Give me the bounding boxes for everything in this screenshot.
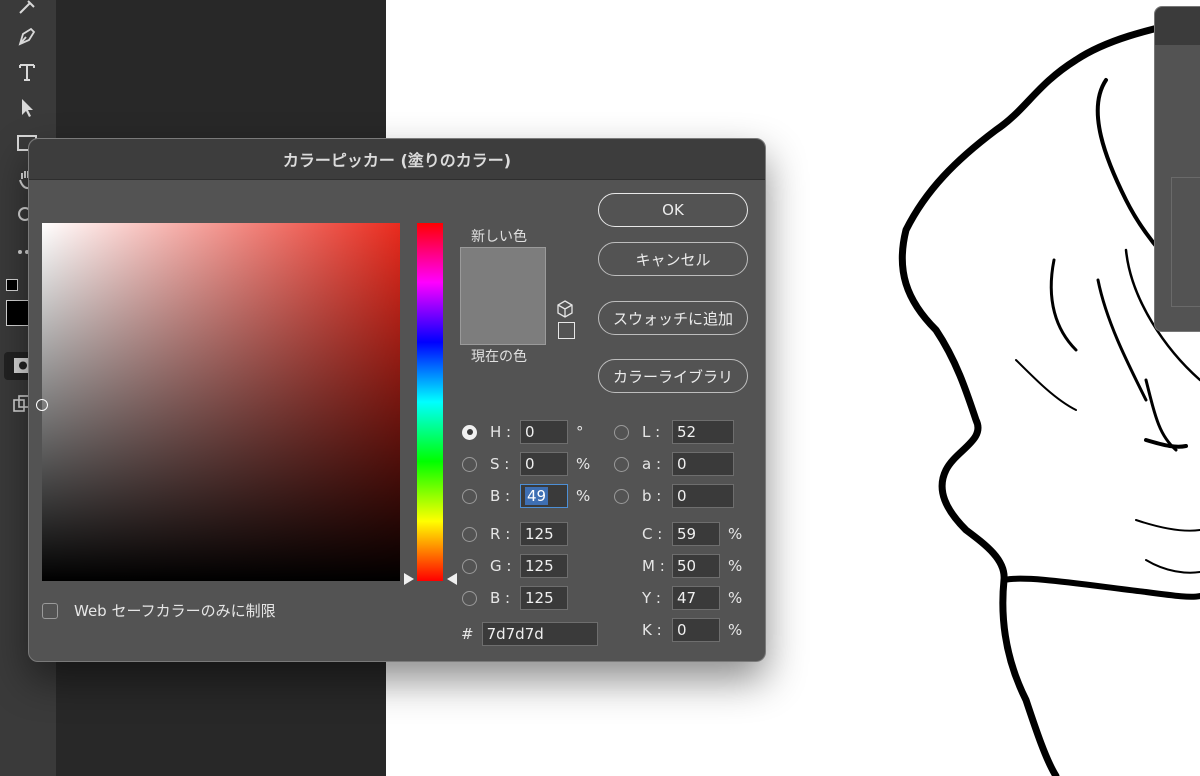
blue-label: B : xyxy=(490,589,511,607)
a-channel-label: a : xyxy=(642,455,662,473)
path-selection-tool-icon[interactable] xyxy=(10,94,44,122)
cyan-label: C : xyxy=(642,525,663,543)
magenta-unit: % xyxy=(728,557,743,575)
b-channel-field[interactable]: 0 xyxy=(672,484,734,508)
default-colors-icon[interactable] xyxy=(6,279,18,291)
cube-icon[interactable] xyxy=(557,300,573,318)
a-channel-row: a : 0 xyxy=(614,452,734,476)
yellow-label: Y : xyxy=(642,589,661,607)
magenta-row: M : 50 % xyxy=(642,554,742,578)
color-field[interactable] xyxy=(36,223,400,581)
brightness-label: B : xyxy=(490,487,511,505)
cyan-field[interactable]: 59 xyxy=(672,522,720,546)
red-label: R : xyxy=(490,525,511,543)
saturation-row: S : 0 % xyxy=(462,452,590,476)
dialog-title: カラーピッカー (塗りのカラー) xyxy=(282,151,512,170)
green-field[interactable]: 125 xyxy=(520,554,568,578)
websafe-only-label[interactable]: Web セーフカラーのみに制限 xyxy=(74,600,276,621)
lightness-radio[interactable] xyxy=(614,424,629,440)
black-field[interactable]: 0 xyxy=(672,618,720,642)
type-tool-icon[interactable] xyxy=(10,58,44,86)
brightness-radio[interactable] xyxy=(462,488,477,504)
a-channel-radio[interactable] xyxy=(614,456,629,472)
hex-label: # xyxy=(461,625,474,643)
brightness-unit: % xyxy=(576,487,591,505)
cyan-row: C : 59 % xyxy=(642,522,742,546)
black-label: K : xyxy=(642,621,662,639)
green-row: G : 125 xyxy=(462,554,568,578)
pen-tool-icon[interactable] xyxy=(10,22,44,50)
black-row: K : 0 % xyxy=(642,618,742,642)
green-radio[interactable] xyxy=(462,558,477,574)
new-color-label: 新しい色 xyxy=(471,229,527,245)
red-radio[interactable] xyxy=(462,526,477,542)
blue-row: B : 125 xyxy=(462,586,568,610)
saturation-field[interactable]: 0 xyxy=(520,452,568,476)
hue-label: H : xyxy=(490,423,512,441)
ok-button[interactable]: OK xyxy=(598,193,748,227)
red-field[interactable]: 125 xyxy=(520,522,568,546)
current-color-label: 現在の色 xyxy=(471,349,527,365)
foreground-color-swatch[interactable] xyxy=(6,300,30,326)
yellow-row: Y : 47 % xyxy=(642,586,742,610)
dialog-titlebar[interactable]: カラーピッカー (塗りのカラー) xyxy=(29,139,765,180)
saturation-label: S : xyxy=(490,455,510,473)
websafe-only-row: Web セーフカラーのみに制限 xyxy=(42,600,276,621)
cancel-button[interactable]: キャンセル xyxy=(598,242,748,276)
hue-row: H : 0 ° xyxy=(462,420,584,444)
green-label: G : xyxy=(490,557,512,575)
yellow-unit: % xyxy=(728,589,743,607)
a-channel-field[interactable]: 0 xyxy=(672,452,734,476)
brightness-row: B : 49 % xyxy=(462,484,590,508)
hue-field[interactable]: 0 xyxy=(520,420,568,444)
websafe-alert-icon[interactable] xyxy=(558,322,575,339)
b-channel-row: b : 0 xyxy=(614,484,734,508)
websafe-only-checkbox[interactable] xyxy=(42,602,58,619)
lightness-row: L : 52 xyxy=(614,420,734,444)
background-dialog xyxy=(1154,6,1200,332)
cyan-unit: % xyxy=(728,525,743,543)
magenta-label: M : xyxy=(642,557,665,575)
hex-field[interactable]: 7d7d7d xyxy=(481,622,598,646)
blue-field[interactable]: 125 xyxy=(520,586,568,610)
red-row: R : 125 xyxy=(462,522,568,546)
magenta-field[interactable]: 50 xyxy=(672,554,720,578)
hue-radio[interactable] xyxy=(462,424,477,440)
color-libraries-button[interactable]: カラーライブラリ xyxy=(598,359,748,393)
hex-row: # 7d7d7d xyxy=(461,622,598,646)
add-to-swatches-button[interactable]: スウォッチに追加 xyxy=(598,301,748,335)
b-channel-radio[interactable] xyxy=(614,488,629,504)
color-picker-dialog: カラーピッカー (塗りのカラー) 新しい色 現在の色 OK キャンセル スウォッ… xyxy=(28,138,766,662)
saturation-radio[interactable] xyxy=(462,456,477,472)
yellow-field[interactable]: 47 xyxy=(672,586,720,610)
brightness-field[interactable]: 49 xyxy=(520,484,568,508)
color-comparison-swatch xyxy=(460,247,546,345)
lightness-label: L : xyxy=(642,423,661,441)
hue-slider-handle-left[interactable] xyxy=(404,573,414,585)
new-color-swatch xyxy=(461,248,545,296)
hue-slider[interactable] xyxy=(417,223,443,581)
b-channel-label: b : xyxy=(642,487,662,505)
hue-slider-handle-right[interactable] xyxy=(447,573,457,585)
color-field-marker[interactable] xyxy=(36,399,48,411)
blue-radio[interactable] xyxy=(462,590,477,606)
saturation-unit: % xyxy=(576,455,591,473)
current-color-swatch[interactable] xyxy=(461,296,545,344)
hue-unit: ° xyxy=(576,423,584,441)
brush-tool-icon[interactable] xyxy=(10,0,44,22)
black-unit: % xyxy=(728,621,743,639)
brightness-value: 49 xyxy=(525,487,549,505)
lightness-field[interactable]: 52 xyxy=(672,420,734,444)
